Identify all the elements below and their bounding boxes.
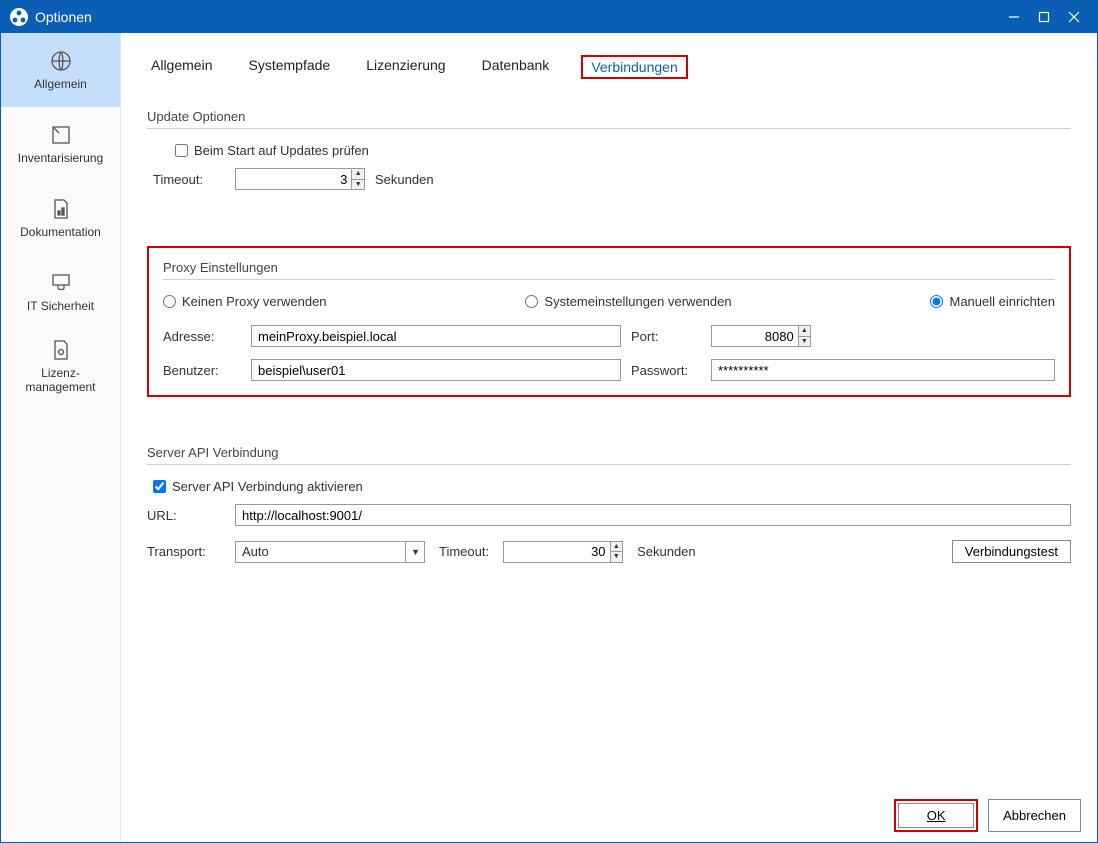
- cancel-button[interactable]: Abbrechen: [988, 799, 1081, 832]
- ok-button[interactable]: OK: [898, 803, 974, 828]
- spin-up-icon[interactable]: ▲: [611, 542, 623, 553]
- sidebar-item-label: IT Sicherheit: [27, 299, 94, 313]
- sidebar-item-inventarisierung[interactable]: Inventarisierung: [1, 107, 120, 181]
- minimize-button[interactable]: [999, 5, 1029, 29]
- proxy-pass-label: Passwort:: [631, 363, 701, 378]
- sidebar-item-label: Allgemein: [34, 77, 87, 91]
- sidebar-item-label: Inventarisierung: [18, 151, 103, 165]
- proxy-port-label: Port:: [631, 329, 701, 344]
- update-timeout-label: Timeout:: [153, 172, 225, 187]
- proxy-user-input[interactable]: [251, 359, 621, 381]
- section-update-title: Update Optionen: [147, 109, 1071, 124]
- proxy-address-label: Adresse:: [163, 329, 241, 344]
- spin-up-icon[interactable]: ▲: [799, 326, 810, 337]
- api-transport-select[interactable]: Auto ▼: [235, 541, 425, 563]
- api-enable-checkbox[interactable]: [153, 480, 166, 493]
- update-timeout-stepper[interactable]: ▲▼: [235, 168, 365, 190]
- proxy-manual-radio[interactable]: [930, 295, 943, 308]
- proxy-none-option[interactable]: Keinen Proxy verwenden: [163, 294, 327, 309]
- divider: [163, 279, 1055, 280]
- spin-down-icon[interactable]: ▼: [799, 337, 810, 347]
- sidebar-item-it-sicherheit[interactable]: IT Sicherheit: [1, 255, 120, 329]
- divider: [147, 464, 1071, 465]
- app-logo-icon: [9, 7, 29, 27]
- spin-down-icon[interactable]: ▼: [611, 552, 623, 562]
- section-proxy-title: Proxy Einstellungen: [163, 260, 1055, 275]
- update-timeout-input[interactable]: [236, 169, 351, 189]
- tab-allgemein[interactable]: Allgemein: [147, 55, 216, 79]
- section-api-title: Server API Verbindung: [147, 445, 1071, 460]
- connection-test-button[interactable]: Verbindungstest: [952, 540, 1071, 563]
- proxy-highlight-box: Proxy Einstellungen Keinen Proxy verwend…: [147, 246, 1071, 397]
- seconds-label: Sekunden: [375, 172, 434, 187]
- proxy-none-radio[interactable]: [163, 295, 176, 308]
- close-button[interactable]: [1059, 5, 1089, 29]
- seconds-label: Sekunden: [637, 544, 696, 559]
- spin-up-icon[interactable]: ▲: [352, 169, 364, 180]
- proxy-address-input[interactable]: [251, 325, 621, 347]
- divider: [147, 128, 1071, 129]
- inventory-icon: [49, 123, 73, 147]
- titlebar: Optionen: [1, 1, 1097, 33]
- sidebar-item-allgemein[interactable]: Allgemein: [1, 33, 120, 107]
- api-timeout-label: Timeout:: [439, 544, 489, 559]
- tab-lizenzierung[interactable]: Lizenzierung: [362, 55, 449, 79]
- ok-button-highlight: OK: [894, 799, 978, 832]
- api-url-input[interactable]: [235, 504, 1071, 526]
- api-transport-label: Transport:: [147, 544, 225, 559]
- proxy-user-label: Benutzer:: [163, 363, 241, 378]
- check-updates-checkbox[interactable]: [175, 144, 188, 157]
- shield-icon: [49, 271, 73, 295]
- tab-datenbank[interactable]: Datenbank: [478, 55, 554, 79]
- license-icon: [49, 338, 73, 362]
- api-timeout-stepper[interactable]: ▲▼: [503, 541, 623, 563]
- maximize-button[interactable]: [1029, 5, 1059, 29]
- tab-systempfade[interactable]: Systempfade: [244, 55, 334, 79]
- api-timeout-input[interactable]: [504, 542, 609, 562]
- sidebar-item-label: Lizenz- management: [25, 366, 95, 395]
- proxy-system-radio[interactable]: [525, 295, 538, 308]
- window-title: Optionen: [35, 9, 999, 25]
- sidebar-item-label: Dokumentation: [20, 225, 101, 239]
- sidebar-item-dokumentation[interactable]: Dokumentation: [1, 181, 120, 255]
- footer: OK Abbrechen: [121, 789, 1097, 842]
- sidebar: Allgemein Inventarisierung Dokumentation…: [1, 33, 121, 842]
- document-icon: [49, 197, 73, 221]
- tab-verbindungen[interactable]: Verbindungen: [581, 55, 687, 79]
- chevron-down-icon: ▼: [405, 542, 420, 562]
- proxy-port-stepper[interactable]: ▲▼: [711, 325, 811, 347]
- api-url-label: URL:: [147, 508, 225, 523]
- spin-down-icon[interactable]: ▼: [352, 180, 364, 190]
- tab-bar: Allgemein Systempfade Lizenzierung Daten…: [121, 33, 1097, 91]
- sidebar-item-lizenzmanagement[interactable]: Lizenz- management: [1, 329, 120, 403]
- globe-icon: [49, 49, 73, 73]
- proxy-system-option[interactable]: Systemeinstellungen verwenden: [525, 294, 731, 309]
- proxy-port-input[interactable]: [712, 326, 798, 346]
- proxy-pass-input[interactable]: [711, 359, 1055, 381]
- check-updates-label: Beim Start auf Updates prüfen: [194, 143, 369, 158]
- api-enable-label: Server API Verbindung aktivieren: [172, 479, 363, 494]
- proxy-manual-option[interactable]: Manuell einrichten: [930, 294, 1055, 309]
